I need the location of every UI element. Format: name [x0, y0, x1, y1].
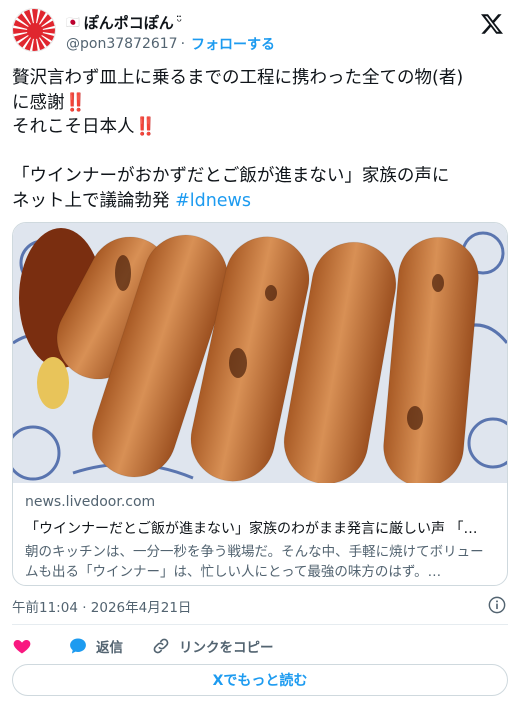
like-button[interactable] — [12, 636, 40, 656]
read-more-button[interactable]: Xでもっと読む — [12, 664, 508, 696]
hashtag-link[interactable]: #ldnews — [175, 191, 251, 211]
flag-icon: 🇯🇵 — [66, 16, 80, 29]
follow-button[interactable]: フォローする — [191, 34, 275, 54]
name-suffix: ᵕ̈ — [176, 15, 183, 30]
divider — [12, 624, 508, 625]
card-domain: news.livedoor.com — [25, 494, 156, 510]
link-icon — [153, 638, 169, 654]
link-card[interactable]: news.livedoor.com 「ウインナーだとご飯が進まない」家族のわがま… — [12, 222, 508, 586]
info-icon[interactable] — [488, 596, 506, 614]
tweet-header: 🇯🇵 ぽんポコぽん ᵕ̈ @pon37872617 · フォローする — [12, 8, 508, 56]
action-bar: 返信 リンクをコピー — [12, 634, 302, 658]
timestamp[interactable]: 午前11:04 · 2026年4月21日 — [12, 596, 191, 616]
user-handle[interactable]: @pon37872617 — [66, 36, 178, 52]
avatar[interactable] — [12, 8, 56, 52]
card-title[interactable]: 「ウインナーだとご飯が進まない」家族のわがまま発言に厳しい声 「… — [25, 518, 495, 538]
handle-row: @pon37872617 · フォローする — [66, 34, 275, 54]
x-logo-icon[interactable] — [480, 12, 504, 36]
display-name[interactable]: ぽんポコぽん — [84, 12, 174, 33]
display-name-row[interactable]: 🇯🇵 ぽんポコぽん ᵕ̈ — [66, 12, 182, 33]
heart-icon — [13, 640, 31, 654]
reply-bubble-icon — [70, 638, 86, 654]
copy-link-button[interactable]: リンクをコピー — [151, 636, 274, 656]
reply-button[interactable]: 返信 — [68, 636, 123, 656]
card-description: 朝のキッチンは、一分一秒を争う戦場だ。そんな中、手軽に焼けてボリュームも出る「ウ… — [25, 544, 484, 580]
separator: · — [180, 36, 186, 52]
card-body: news.livedoor.com 「ウインナーだとご飯が進まない」家族のわがま… — [25, 494, 495, 582]
sausage-photo — [13, 223, 507, 483]
tweet-text: 贅沢言わず皿上に乗るまでの工程に携わった全ての物(者) に感謝‼️ それこそ日本… — [12, 68, 464, 211]
